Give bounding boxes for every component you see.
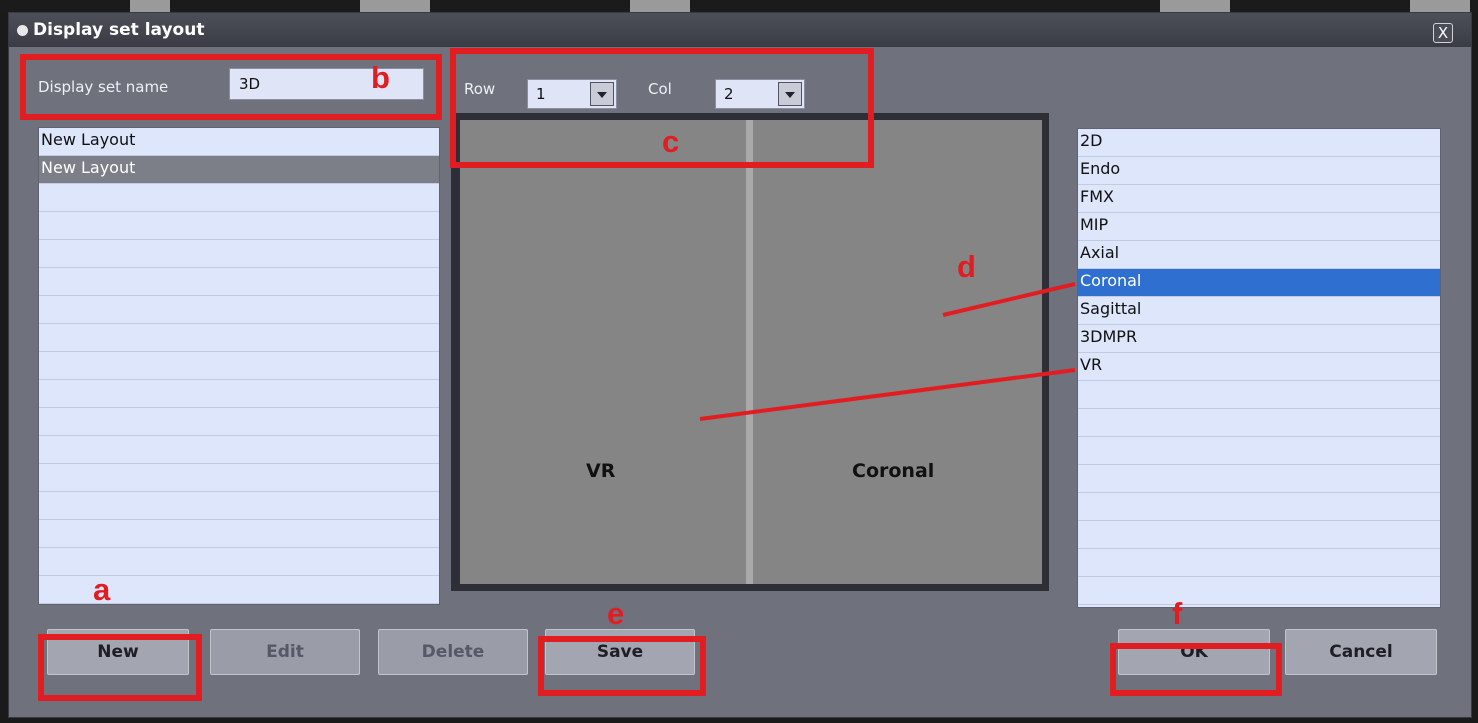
annotation-letter-e: e: [607, 596, 625, 631]
annotation-line-d-coronal: [942, 282, 1076, 317]
annotation-line-d-vr: [699, 368, 1076, 421]
annotation-letter-d: d: [957, 249, 976, 284]
annotation-letter-f: f: [1172, 596, 1183, 631]
annotation-letter-b: b: [371, 60, 390, 95]
annotation-lines: [699, 282, 1076, 421]
annotation-letter-a: a: [93, 572, 111, 607]
annotation-letter-c: c: [662, 124, 680, 159]
